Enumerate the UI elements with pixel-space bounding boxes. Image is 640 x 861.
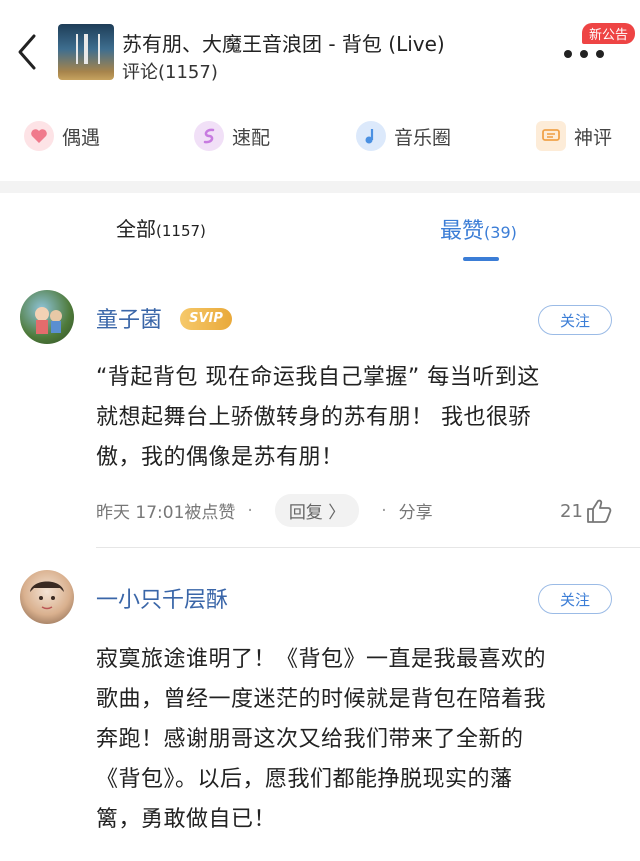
tab-count: (39) [484, 223, 517, 242]
album-cover[interactable] [58, 24, 114, 80]
comment-line: 傲，我的偶像是苏有朋！ [96, 445, 344, 470]
heart-icon [24, 121, 54, 151]
comment-text[interactable]: 寂寞旅途谁明了！《背包》一直是我最喜欢的 歌曲，曾经一度迷茫的时候就是背包在陪着… [96, 640, 616, 840]
quick-action-label: 神评 [574, 126, 613, 149]
like-button[interactable]: 21 [560, 498, 613, 524]
quick-action-label: 音乐圈 [394, 126, 452, 149]
chevron-left-icon[interactable] [12, 30, 44, 74]
header: 苏有朋、大魔王音浪团 - 背包 (Live) 评论(1157) 新公告 [0, 0, 640, 100]
section-divider [0, 181, 640, 193]
comment-icon [536, 121, 566, 151]
comment-count-title: 评论(1157) [122, 62, 218, 83]
song-title: 苏有朋、大魔王音浪团 - 背包 (Live) [122, 32, 445, 56]
reply-button[interactable]: 回复 〉 [274, 494, 360, 527]
comment-line: 篱，勇敢做自已！ [96, 807, 277, 832]
share-button[interactable]: 分享 [399, 498, 433, 523]
comment-line: “背起背包 现在命运我自己掌握” 每当听到这 [96, 365, 540, 390]
username[interactable]: 一小只千层酥 [96, 582, 228, 614]
tab-top-liked[interactable]: 最赞(39) [440, 213, 517, 245]
quick-actions-bar: 偶遇 速配 音乐圈 神评 [0, 108, 640, 164]
comment-line: 歌曲，曾经一度迷茫的时候就是背包在陪着我 [96, 687, 547, 712]
username[interactable]: 童子菌 [96, 302, 162, 334]
comment-meta: 昨天 17:01被点赞 · 回复 〉 · 分享 [96, 494, 433, 527]
swirl-icon [194, 121, 224, 151]
svip-badge: SVIP [180, 308, 232, 330]
more-dots-icon[interactable] [560, 40, 610, 64]
follow-button[interactable]: 关注 [538, 305, 612, 335]
comment-text[interactable]: “背起背包 现在命运我自己掌握” 每当听到这 就想起舞台上骄傲转身的苏有朋！ 我… [96, 358, 616, 478]
comment-line: 《背包》。以后，愿我们都能挣脱现实的藩 [96, 767, 513, 792]
follow-button[interactable]: 关注 [538, 584, 612, 614]
comment-tabs: 全部(1157) 最赞(39) [0, 193, 640, 263]
quick-action-label: 偶遇 [62, 126, 101, 149]
separator-dot: · [247, 500, 253, 521]
comment-time: 昨天 17:01被点赞 [96, 503, 236, 523]
thumbs-up-icon [587, 499, 612, 523]
separator-dot: · [381, 500, 387, 521]
tab-label: 全部 [116, 217, 156, 241]
comment-line: 奔跑！感谢朋哥这次又给我们带来了全新的 [96, 727, 524, 752]
comment-line: 寂寞旅途谁明了！《背包》一直是我最喜欢的 [96, 647, 547, 672]
comment-line: 就想起舞台上骄傲转身的苏有朋！ 我也很骄 [96, 405, 531, 430]
like-count: 21 [560, 500, 583, 522]
quick-action-top-comments[interactable]: 神评 [536, 120, 612, 152]
active-tab-underline [463, 257, 499, 261]
quick-action-encounter[interactable]: 偶遇 [24, 120, 100, 152]
quick-action-music-circle[interactable]: 音乐圈 [356, 120, 451, 152]
quick-action-label: 速配 [232, 126, 271, 149]
comment-divider [96, 547, 640, 548]
quick-action-match[interactable]: 速配 [194, 120, 270, 152]
avatar[interactable] [20, 290, 74, 344]
tab-all[interactable]: 全部(1157) [116, 213, 206, 242]
music-note-icon [356, 121, 386, 151]
tab-count: (1157) [156, 222, 206, 240]
tab-label: 最赞 [440, 219, 485, 244]
avatar[interactable] [20, 570, 74, 624]
